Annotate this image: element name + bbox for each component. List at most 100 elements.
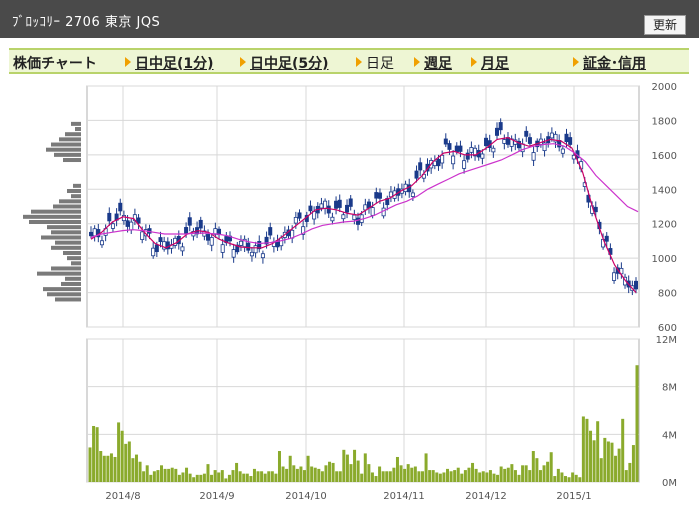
volume-bar xyxy=(92,425,96,482)
volume-bar xyxy=(621,418,625,482)
candle-body xyxy=(326,205,331,214)
volume-bar xyxy=(160,465,164,482)
volume-bar xyxy=(574,474,578,482)
volume-bar xyxy=(471,462,475,482)
candle-body xyxy=(440,154,445,164)
volume-bar xyxy=(363,453,367,482)
volume-bar xyxy=(388,471,392,482)
volume-bar xyxy=(589,430,593,482)
volume-bar xyxy=(281,466,285,482)
volume-bar xyxy=(513,470,517,482)
volume-bar xyxy=(592,440,596,482)
price-volume-bar xyxy=(47,225,81,230)
volume-bar xyxy=(127,441,131,482)
volume-bar xyxy=(131,458,135,482)
candle-body xyxy=(330,216,335,222)
volume-bar xyxy=(95,427,99,482)
candle-body xyxy=(323,200,328,209)
volume-bar xyxy=(378,466,382,482)
volume-bar xyxy=(342,449,346,482)
candle-body xyxy=(110,223,115,229)
candle-body xyxy=(180,246,185,252)
candle-body xyxy=(89,231,94,237)
price-volume-bar xyxy=(53,204,81,209)
price-volume-bar xyxy=(75,127,81,132)
volume-tick-label: 12M xyxy=(656,335,677,346)
volume-bar xyxy=(503,468,507,482)
price-volume-bar xyxy=(73,183,81,188)
candle-body xyxy=(560,148,565,154)
candle-body xyxy=(498,122,503,131)
volume-bar xyxy=(399,465,403,482)
volume-bar xyxy=(420,471,424,482)
volume-bar xyxy=(485,472,489,482)
price-volume-bar xyxy=(31,209,81,214)
candle-body xyxy=(249,251,254,257)
candle-body xyxy=(238,240,243,246)
candle-body xyxy=(341,214,346,220)
volume-bar xyxy=(99,451,103,482)
price-volume-bar xyxy=(54,152,81,157)
candle-body xyxy=(564,133,569,143)
volume-bar xyxy=(510,464,514,482)
price-volume-bar xyxy=(59,137,81,142)
volume-bar xyxy=(277,451,281,482)
candle-body xyxy=(231,249,236,258)
candle-body xyxy=(454,145,459,153)
volume-bar xyxy=(145,465,149,482)
candle-body xyxy=(345,204,350,213)
candle-body xyxy=(436,158,441,167)
price-tick-label: 800 xyxy=(658,289,677,300)
volume-bar xyxy=(313,467,317,482)
candle-body xyxy=(593,206,598,213)
volume-bar xyxy=(417,471,421,482)
volume-bar xyxy=(517,474,521,482)
candle-body xyxy=(184,227,189,235)
volume-bar xyxy=(174,468,178,482)
candle-body xyxy=(451,155,456,165)
volume-bar xyxy=(206,464,210,482)
price-volume-bar xyxy=(51,142,81,147)
candle-body xyxy=(158,237,163,243)
volume-bar xyxy=(563,476,567,482)
volume-bar xyxy=(617,448,621,482)
volume-bar xyxy=(181,472,185,482)
volume-bar xyxy=(328,461,332,482)
volume-bar xyxy=(599,458,603,482)
candle-body xyxy=(268,227,273,236)
candle-body xyxy=(634,280,639,290)
volume-bar xyxy=(124,443,128,482)
volume-bar xyxy=(528,470,532,482)
volume-bar xyxy=(88,447,92,482)
price-tick-label: 1200 xyxy=(652,220,677,231)
volume-bar xyxy=(492,473,496,482)
volume-bar xyxy=(521,465,525,482)
volume-bar xyxy=(224,478,228,482)
price-volume-bar xyxy=(23,214,81,219)
volume-bar xyxy=(538,470,542,482)
volume-bar xyxy=(202,473,206,482)
volume-bar xyxy=(406,464,410,482)
candle-body xyxy=(348,198,353,207)
volume-bar xyxy=(460,473,464,482)
x-tick-label: 2014/8 xyxy=(105,491,140,502)
candle-body xyxy=(604,235,609,242)
candle-body xyxy=(524,130,529,137)
volume-bar xyxy=(413,466,417,482)
volume-bar xyxy=(567,477,571,482)
volume-bar xyxy=(610,442,614,482)
candle-body xyxy=(125,220,130,227)
volume-bar xyxy=(263,473,267,482)
volume-bar xyxy=(120,430,124,482)
volume-bar xyxy=(335,471,339,482)
price-volume-bar xyxy=(63,158,81,163)
volume-panel xyxy=(86,338,640,483)
candle-body xyxy=(209,237,214,246)
volume-bar xyxy=(267,471,271,482)
price-volume-bar xyxy=(65,276,81,281)
volume-bar xyxy=(195,474,199,482)
price-tick-label: 1400 xyxy=(652,185,677,196)
volume-bar xyxy=(392,467,396,482)
price-volume-bar xyxy=(63,250,81,255)
price-volume-bar xyxy=(67,189,81,194)
